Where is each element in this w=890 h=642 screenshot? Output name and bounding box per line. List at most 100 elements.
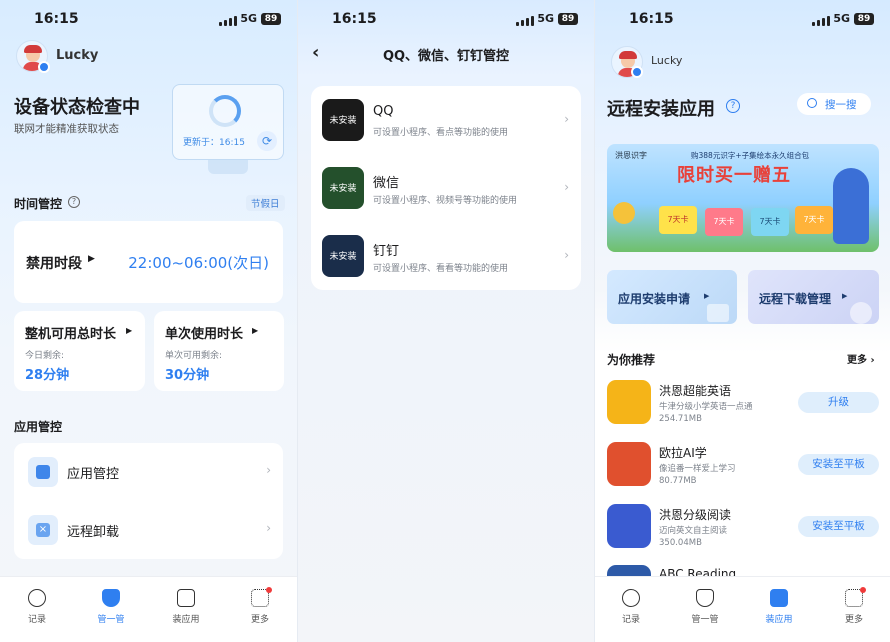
download-icon	[707, 304, 729, 322]
tab-install[interactable]: 装应用	[166, 589, 206, 625]
app-name: 洪恩超能英语	[659, 384, 732, 398]
list-item[interactable]: 欧拉AI学 像追番一样爱上学习 80.77MB 安装至平板	[607, 442, 879, 492]
wechat-icon: 未安装	[322, 167, 364, 209]
user-name[interactable]: Lucky	[651, 54, 682, 67]
status-time: 16:15	[34, 11, 79, 27]
device-stand	[208, 160, 248, 174]
tab-more[interactable]: 更多	[240, 589, 280, 625]
list-item-dingtalk[interactable]: 未安装 钉钉 可设置小程序、看看等功能的使用 ›	[311, 222, 581, 290]
app-control-label: 应用管控	[67, 467, 120, 482]
single-duration-card[interactable]: 单次使用时长 ▶ 单次可用剩余: 30分钟	[154, 311, 284, 391]
refresh-icon[interactable]: ⟳	[257, 131, 277, 151]
promo-banner[interactable]: 洪恩识字 购388元识字+子集绘本永久组合包 限时买一赠五 7天卡 7天卡 7天…	[607, 144, 879, 252]
shield-icon	[696, 589, 714, 607]
network-label: 5G	[240, 12, 257, 25]
more-link[interactable]: 更多 ›	[847, 351, 875, 366]
notification-dot	[860, 587, 866, 593]
app-icon	[607, 504, 651, 548]
device-status-subtitle: 联网才能精准获取状态	[14, 123, 119, 135]
banner-brand: 洪恩识字	[615, 151, 647, 160]
bag-icon	[177, 589, 195, 607]
tab-records[interactable]: 记录	[17, 589, 57, 625]
bag-icon	[770, 589, 788, 607]
remote-download-button[interactable]: 远程下载管理 ▶	[748, 270, 879, 324]
list-item[interactable]: 洪恩超能英语 牛津分级小学英语一点通 254.71MB 升级	[607, 380, 879, 430]
loading-spinner-icon	[209, 95, 241, 127]
chevron-right-icon: ›	[564, 112, 569, 126]
status-time: 16:15	[332, 11, 377, 27]
caret-right-icon: ▶	[88, 254, 95, 264]
notification-dot	[266, 587, 272, 593]
app-size: 254.71MB	[659, 414, 702, 424]
network-label: 5G	[537, 12, 554, 25]
caret-right-icon: ▶	[126, 326, 133, 335]
total-duration-label: 整机可用总时长	[25, 327, 117, 342]
tab-install[interactable]: 装应用	[759, 589, 799, 625]
tab-bar: 记录 管一管 装应用 更多	[0, 576, 297, 642]
banner-top-line: 购388元识字+子集绘本永久组合包	[691, 151, 810, 160]
banner-card: 7天卡	[705, 208, 743, 236]
search-icon	[807, 98, 817, 108]
caret-right-icon: ▶	[704, 292, 710, 300]
install-to-tablet-button[interactable]: 安装至平板	[798, 454, 879, 475]
verified-icon	[38, 61, 50, 73]
single-duration-label: 单次使用时长	[165, 327, 244, 342]
search-button[interactable]: 搜一搜	[797, 93, 871, 115]
app-name: QQ	[373, 104, 394, 119]
app-name: 洪恩分级阅读	[659, 508, 732, 522]
help-icon[interactable]: ?	[726, 99, 740, 113]
chevron-right-icon: ›	[564, 180, 569, 194]
install-apps-panel: 16:15 5G 89 Lucky 远程安装应用 ? 搜一搜 洪恩识字 购388…	[594, 0, 890, 642]
chevron-right-icon: ›	[266, 521, 271, 535]
list-item-app-control[interactable]: 应用管控 ›	[14, 443, 283, 501]
app-size: 80.77MB	[659, 476, 697, 486]
total-duration-value: 28分钟	[25, 368, 70, 383]
holiday-button[interactable]: 节假日	[246, 195, 285, 211]
banner-headline: 限时买一赠五	[677, 165, 791, 186]
app-desc: 可设置小程序、看点等功能的使用	[373, 128, 509, 138]
list-item-remote-uninstall[interactable]: × 远程卸载 ›	[14, 501, 283, 559]
app-desc: 可设置小程序、看看等功能的使用	[373, 264, 509, 274]
tab-manage[interactable]: 管一管	[685, 589, 725, 625]
app-desc: 迈向英文自主阅读	[659, 526, 728, 536]
app-name: 钉钉	[373, 244, 400, 259]
device-illustration: 更新于：16:15 ⟳	[172, 84, 284, 160]
page-title: 远程安装应用	[607, 99, 715, 120]
app-desc: 牛津分级小学英语一点通	[659, 402, 753, 412]
remote-uninstall-label: 远程卸载	[67, 525, 120, 540]
banner-card: 7天卡	[751, 208, 789, 236]
chevron-right-icon: ›	[564, 248, 569, 262]
im-control-panel: 16:15 5G 89 ‹ QQ、微信、钉钉管控 未安装 QQ 可设置小程序、看…	[297, 0, 594, 642]
upgrade-button[interactable]: 升级	[798, 392, 879, 413]
caret-right-icon: ▶	[252, 326, 259, 335]
apply-install-button[interactable]: 应用安装申请 ▶	[607, 270, 737, 324]
signal-icon	[516, 16, 534, 26]
single-duration-value: 30分钟	[165, 368, 210, 383]
app-icon	[607, 442, 651, 486]
signal-icon	[812, 16, 830, 26]
app-name: 欧拉AI学	[659, 446, 707, 460]
tab-more[interactable]: 更多	[834, 589, 874, 625]
clock-icon	[28, 589, 46, 607]
help-icon[interactable]: ?	[68, 196, 80, 208]
app-control-title: 应用管控	[14, 420, 63, 434]
tab-manage[interactable]: 管一管	[91, 589, 131, 625]
disabled-period-label: 禁用时段	[26, 256, 82, 272]
list-item-qq[interactable]: 未安装 QQ 可设置小程序、看点等功能的使用 ›	[311, 86, 581, 154]
apps-icon	[28, 457, 58, 487]
total-duration-card[interactable]: 整机可用总时长 ▶ 今日剩余: 28分钟	[14, 311, 145, 391]
time-control-title: 时间管控	[14, 197, 63, 211]
user-name[interactable]: Lucky	[56, 48, 98, 63]
app-desc: 像追番一样爱上学习	[659, 464, 736, 474]
recommend-title: 为你推荐	[607, 353, 656, 367]
status-bar: 16:15 5G 89	[298, 11, 594, 29]
tab-records[interactable]: 记录	[611, 589, 651, 625]
chevron-right-icon: ›	[266, 463, 271, 477]
install-to-tablet-button[interactable]: 安装至平板	[798, 516, 879, 537]
battery-icon: 89	[261, 13, 281, 25]
im-app-list: 未安装 QQ 可设置小程序、看点等功能的使用 › 未安装 微信 可设置小程序、视…	[311, 86, 581, 290]
list-item-wechat[interactable]: 未安装 微信 可设置小程序、视频号等功能的使用 ›	[311, 154, 581, 222]
disabled-period-card[interactable]: 禁用时段 ▶ 22:00~06:00(次日)	[14, 221, 283, 303]
status-time: 16:15	[629, 11, 674, 27]
list-item[interactable]: 洪恩分级阅读 迈向英文自主阅读 350.04MB 安装至平板	[607, 504, 879, 554]
